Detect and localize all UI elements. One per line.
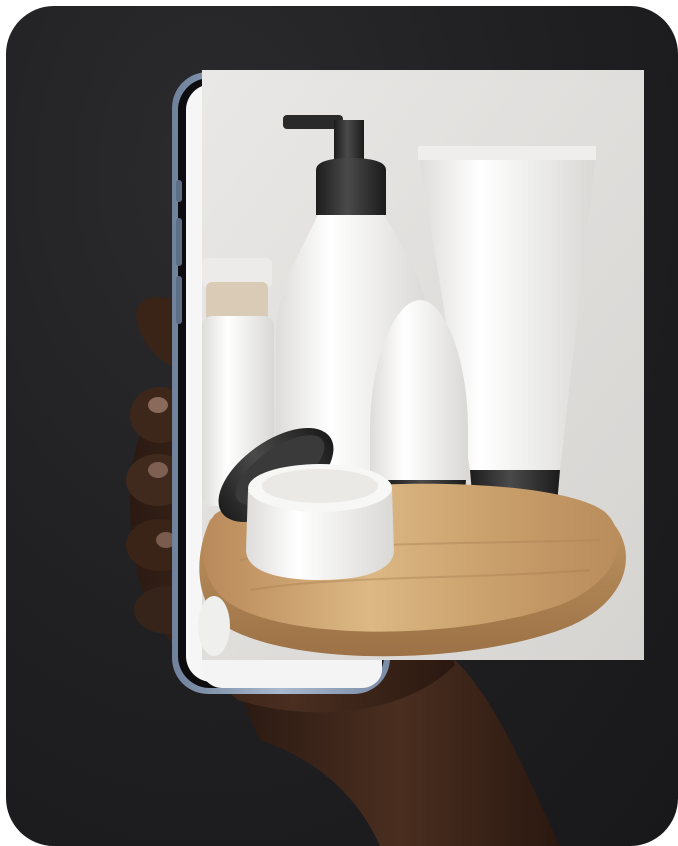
hand-holding-phone-illustration xyxy=(126,70,644,846)
phone-side-button-3 xyxy=(176,276,182,324)
phone-side-button-1 xyxy=(176,180,182,202)
phone-side-button-2 xyxy=(176,218,182,266)
scene xyxy=(0,0,678,846)
product-photo xyxy=(198,70,644,660)
